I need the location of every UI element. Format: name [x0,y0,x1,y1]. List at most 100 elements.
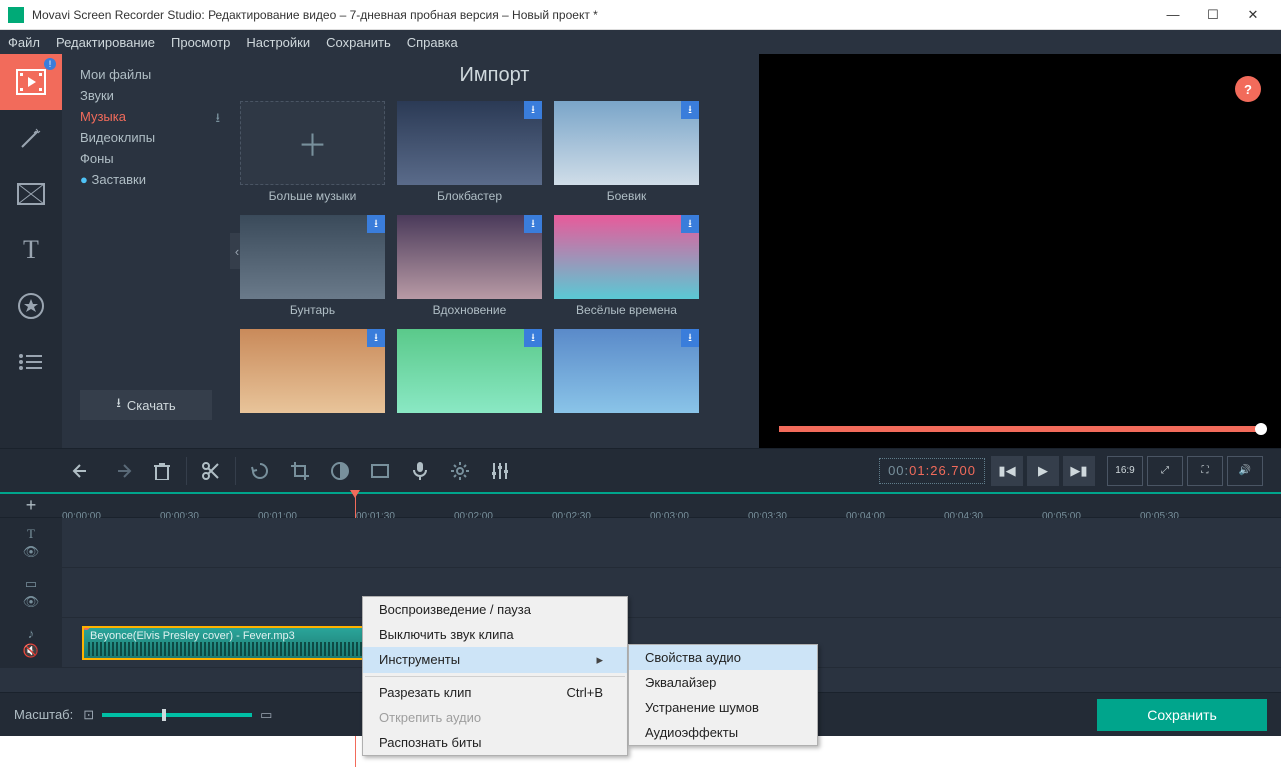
play-button[interactable]: ▶ [1027,456,1059,486]
tool-wand[interactable] [0,110,62,166]
menu-edit[interactable]: Редактирование [56,35,155,50]
clip-marker [82,626,90,630]
notification-badge: ! [44,58,56,70]
chevron-right-icon: ▸ [596,652,603,668]
mute-icon[interactable]: 🔇 [23,643,39,659]
thumb-fun-times[interactable]: ⭳Весёлые времена [554,215,699,317]
track-header-audio[interactable]: ♪ 🔇 [0,618,62,667]
aspect-button[interactable]: 16:9 [1107,456,1143,486]
app-icon [8,7,24,23]
track-header-text[interactable]: T 👁 [0,518,62,567]
cat-my-files[interactable]: Мои файлы [80,64,230,85]
download-icon: ⭳ [681,329,699,347]
thumb-more-music[interactable]: ＋Больше музыки [240,101,385,203]
cat-intros[interactable]: ● Заставки [80,169,230,190]
help-button[interactable]: ? [1235,76,1261,102]
thumb-next-1[interactable]: ⭳ [240,329,385,413]
eye-icon[interactable]: 👁 [23,544,40,560]
popout-button[interactable]: ⤢ [1147,456,1183,486]
minimize-button[interactable]: — [1153,0,1193,30]
eye-icon[interactable]: 👁 [23,594,40,610]
undo-icon [72,463,92,479]
music-icon: ♪ [28,626,35,641]
cat-sounds[interactable]: Звуки [80,85,230,106]
sub-equalizer[interactable]: Эквалайзер [629,670,817,695]
preview-scrubber[interactable] [779,426,1261,432]
tool-stickers[interactable] [0,278,62,334]
thumb-action[interactable]: ⭳Боевик [554,101,699,203]
menu-file[interactable]: Файл [8,35,40,50]
tool-import[interactable]: ! [0,54,62,110]
gear-button[interactable] [440,452,480,490]
ctx-tools[interactable]: Инструменты▸ [363,647,627,673]
download-icon: ⭳ [367,215,385,233]
scrubber-knob[interactable] [1255,423,1267,435]
audio-clip[interactable]: Beyonce(Elvis Presley cover) - Fever.mp3 [82,626,382,660]
zoom-slider[interactable] [102,713,252,717]
thumb-next-3[interactable]: ⭳ [554,329,699,413]
clip-label: Beyonce(Elvis Presley cover) - Fever.mp3 [90,630,295,642]
ctx-play-pause[interactable]: Воспроизведение / пауза [363,597,627,622]
star-circle-icon [17,292,45,320]
cat-backgrounds[interactable]: Фоны [80,148,230,169]
rotate-button[interactable] [240,452,280,490]
color-button[interactable] [320,452,360,490]
preview-panel: ? [759,54,1281,448]
vertical-toolbar: ! T [0,54,62,448]
fullscreen-button[interactable]: ⛶ [1187,456,1223,486]
ctx-mute-clip[interactable]: Выключить звук клипа [363,622,627,647]
ctx-detect-beats[interactable]: Распознать биты [363,730,627,755]
tool-more[interactable] [0,334,62,390]
delete-button[interactable] [142,452,182,490]
menu-save[interactable]: Сохранить [326,35,391,50]
ctx-cut-clip[interactable]: Разрезать клипCtrl+B [363,680,627,705]
trash-icon [154,462,170,480]
thumb-blockbuster[interactable]: ⭳Блокбастер [397,101,542,203]
thumb-rebel[interactable]: ⭳Бунтарь [240,215,385,317]
prev-button[interactable]: ▮◀ [991,456,1023,486]
add-track-button[interactable]: + [0,495,62,516]
cut-button[interactable] [191,452,231,490]
clip-props-button[interactable] [360,452,400,490]
video-icon: ▭ [25,576,37,592]
transition-icon [17,183,45,205]
volume-button[interactable]: 🔊 [1227,456,1263,486]
main-area: ! T Мои файлы Звуки Музыка⭳ Видеоклипы Ф… [0,54,1281,448]
track-header-video[interactable]: ▭ 👁 [0,568,62,617]
crop-button[interactable] [280,452,320,490]
download-icon: ⭳ [524,329,542,347]
cat-videoclips[interactable]: Видеоклипы [80,127,230,148]
zoom-fit-icon[interactable]: ⊡ [83,707,94,723]
tool-text[interactable]: T [0,222,62,278]
tool-transitions[interactable] [0,166,62,222]
undo-button[interactable] [62,452,102,490]
save-button[interactable]: Сохранить [1097,699,1267,731]
sub-audio-effects[interactable]: Аудиоэффекты [629,720,817,745]
gear-icon [450,461,470,481]
mic-button[interactable] [400,452,440,490]
plus-icon: ＋ [298,121,328,165]
timecode-display[interactable]: 00:01:26.700 [879,458,985,484]
sub-audio-props[interactable]: Свойства аудио [629,645,817,670]
contrast-icon [331,462,349,480]
equalizer-button[interactable] [480,452,520,490]
thumb-next-2[interactable]: ⭳ [397,329,542,413]
waveform [88,642,376,656]
close-button[interactable]: ✕ [1233,0,1273,30]
next-button[interactable]: ▶▮ [1063,456,1095,486]
cat-music[interactable]: Музыка⭳ [80,106,230,127]
zoom-knob[interactable] [162,709,166,721]
sub-noise-removal[interactable]: Устранение шумов [629,695,817,720]
thumb-inspiration[interactable]: ⭳Вдохновение [397,215,542,317]
wand-icon [18,125,44,151]
download-icon: ⭳ [524,215,542,233]
menu-settings[interactable]: Настройки [246,35,310,50]
maximize-button[interactable]: ☐ [1193,0,1233,30]
zoom-full-icon[interactable]: ▭ [260,707,272,723]
timeline-ruler: + 00:00:00 00:00:30 00:01:00 00:01:30 00… [0,492,1281,518]
redo-button[interactable] [102,452,142,490]
menu-view[interactable]: Просмотр [171,35,230,50]
menu-help[interactable]: Справка [407,35,458,50]
track-text: T 👁 [0,518,1281,568]
download-button[interactable]: ⭳Скачать [80,390,212,420]
